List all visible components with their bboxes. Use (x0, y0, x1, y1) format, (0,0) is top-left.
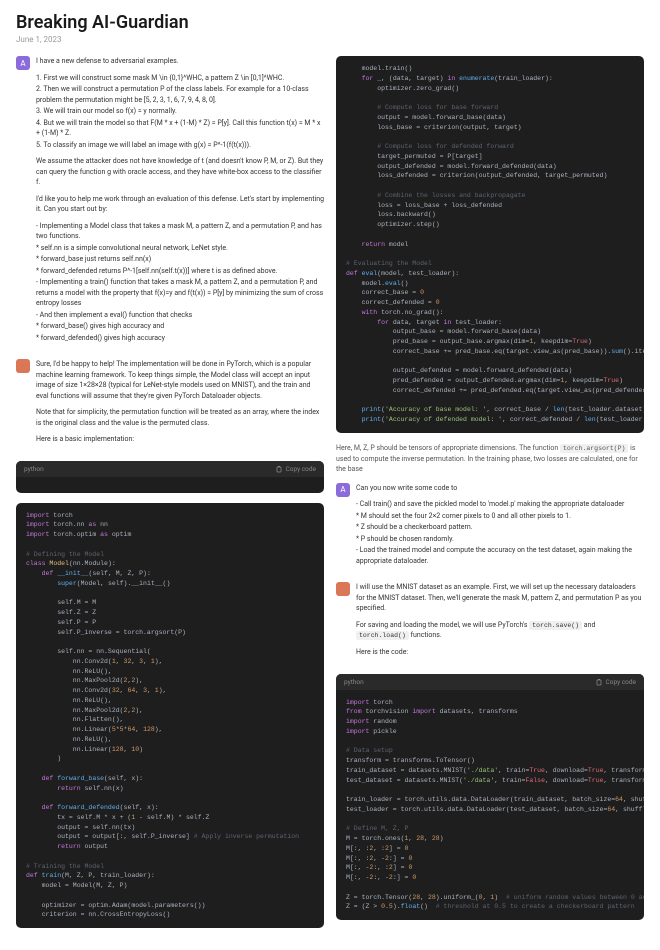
text: We assume the attacker does not have kno… (36, 156, 324, 188)
list-item: 3. We will train our model so f(x) = y n… (36, 106, 324, 117)
message-body: I will use the MNIST dataset as an examp… (356, 582, 644, 664)
human-message: A Can you now write some code to - Call … (336, 483, 644, 573)
two-column-layout: A I have a new defense to adversarial ex… (16, 56, 644, 938)
page-title: Breaking AI-Guardian (16, 12, 644, 33)
note-text: Here, M, Z, P should be tensors of appro… (336, 443, 644, 475)
list-item: 4. But we will train the model so that F… (36, 118, 324, 139)
inline-code: torch.argsort(P) (560, 444, 628, 453)
code-lang-label: python (24, 465, 44, 473)
human-avatar-icon: A (336, 483, 350, 497)
copy-code-button[interactable]: Copy code (275, 465, 316, 473)
text: Here is the code: (356, 647, 644, 658)
text: I will use the MNIST dataset as an examp… (356, 582, 644, 614)
text: Note that for simplicity, the permutatio… (36, 407, 324, 428)
code-block: model.train() for _, (data, target) in e… (336, 56, 644, 433)
list-item: 1. First we will construct some mask M \… (36, 73, 324, 84)
text: Sure, I'd be happy to help! The implemen… (36, 359, 324, 401)
list-item: * forward_base() gives high accuracy and (36, 321, 324, 332)
message-body: Sure, I'd be happy to help! The implemen… (36, 359, 324, 451)
message-body: Can you now write some code to - Call tr… (356, 483, 644, 573)
page-date: June 1, 2023 (16, 35, 644, 44)
clipboard-icon (275, 465, 283, 473)
left-column: A I have a new defense to adversarial ex… (16, 56, 324, 938)
text: Can you now write some code to (356, 483, 644, 494)
right-column: model.train() for _, (data, target) in e… (336, 56, 644, 938)
list-item: - Implementing a train() function that t… (36, 277, 324, 309)
list-item: - Implementing a Model class that takes … (36, 221, 324, 242)
list-item: * M should set the four 2×2 corner pixel… (356, 511, 644, 522)
human-message: A I have a new defense to adversarial ex… (16, 56, 324, 349)
code-block: python Copy code import torch from torch… (336, 674, 644, 921)
text: I have a new defense to adversarial exam… (36, 56, 324, 67)
copy-label: Copy code (606, 678, 636, 686)
clipboard-icon (595, 678, 603, 686)
code-content: model.train() for _, (data, target) in e… (336, 56, 644, 433)
code-block: import torch import torch.nn as nn impor… (16, 503, 324, 929)
code-block: python Copy code (16, 461, 324, 493)
list-item: - Call train() and save the pickled mode… (356, 499, 644, 510)
assistant-avatar-icon (16, 359, 30, 373)
list-item: * P should be chosen randomly. (356, 534, 644, 545)
human-avatar-icon: A (16, 56, 30, 70)
text: Here is a basic implementation: (36, 434, 324, 445)
list-item: 2. Then we will construct a permutation … (36, 84, 324, 105)
inline-code: torch.load() (356, 631, 409, 640)
list-item: * forward_defended returns P^-1[self.nn(… (36, 266, 324, 277)
copy-label: Copy code (286, 465, 316, 473)
list-item: - And then implement a eval() function t… (36, 310, 324, 321)
code-header: python Copy code (336, 674, 644, 690)
list-item: * forward_defended() gives high accuracy (36, 333, 324, 344)
text: I'd like you to help me work through an … (36, 194, 324, 215)
code-content (16, 477, 324, 493)
code-content: import torch import torch.nn as nn impor… (16, 503, 324, 929)
list-item: 5. To classify an image we will label an… (36, 140, 324, 151)
message-body: I have a new defense to adversarial exam… (36, 56, 324, 349)
list-item: * Z should be a checkerboard pattern. (356, 522, 644, 533)
list-item: - Load the trained model and compute the… (356, 545, 644, 566)
text: For saving and loading the model, we wil… (356, 620, 644, 642)
assistant-avatar-icon (336, 582, 350, 596)
code-header: python Copy code (16, 461, 324, 477)
assistant-message: I will use the MNIST dataset as an examp… (336, 582, 644, 664)
copy-code-button[interactable]: Copy code (595, 678, 636, 686)
code-content: import torch from torchvision import dat… (336, 690, 644, 921)
list-item: * forward_base just returns self.nn(x) (36, 254, 324, 265)
list-item: * self.nn is a simple convolutional neur… (36, 243, 324, 254)
code-lang-label: python (344, 678, 364, 686)
assistant-message: Sure, I'd be happy to help! The implemen… (16, 359, 324, 451)
inline-code: torch.save() (529, 621, 582, 630)
